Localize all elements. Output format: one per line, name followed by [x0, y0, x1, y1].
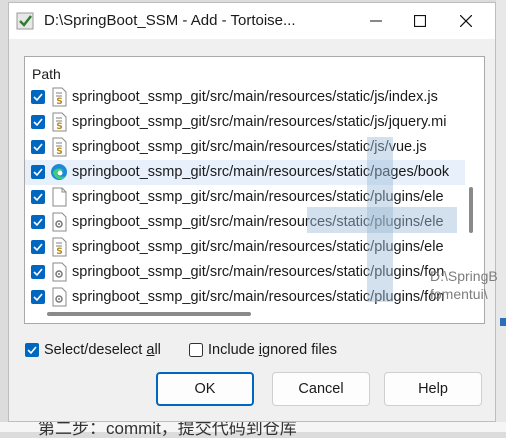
file-path: springboot_ssmp_git/src/main/resources/s…	[72, 189, 444, 205]
checkbox-checked-icon[interactable]	[31, 290, 45, 304]
help-button[interactable]: Help	[384, 372, 482, 406]
close-icon	[460, 15, 472, 27]
svg-text:S: S	[56, 97, 62, 107]
close-button[interactable]	[443, 3, 489, 39]
list-item[interactable]: Sspringboot_ssmp_git/src/main/resources/…	[25, 235, 465, 260]
background-window	[496, 0, 506, 432]
ok-button[interactable]: OK	[156, 372, 254, 406]
minimize-button[interactable]	[353, 3, 399, 39]
background-ghost-text: fomentui\	[430, 286, 488, 302]
add-dialog: D:\SpringBoot_SSM - Add - Tortoise... Pa…	[8, 2, 496, 422]
checkbox-checked-icon[interactable]	[31, 265, 45, 279]
list-item[interactable]: Sspringboot_ssmp_git/src/main/resources/…	[25, 110, 465, 135]
title-bar[interactable]: D:\SpringBoot_SSM - Add - Tortoise...	[9, 3, 495, 39]
background-ghost-text: D:\SpringB	[430, 268, 498, 284]
minimize-icon	[370, 20, 382, 22]
svg-text:S: S	[56, 147, 62, 157]
list-item[interactable]: Sspringboot_ssmp_git/src/main/resources/…	[25, 85, 465, 110]
blank-file-icon	[52, 187, 67, 207]
column-header-path[interactable]: Path	[32, 65, 61, 83]
vertical-scrollbar-thumb[interactable]	[469, 187, 473, 233]
file-path: springboot_ssmp_git/src/main/resources/s…	[72, 289, 445, 305]
checkbox-checked-icon[interactable]	[31, 215, 45, 229]
include-ignored-label: Include ignored files	[208, 342, 337, 358]
edge-browser-icon	[51, 164, 67, 180]
js-file-icon: S	[52, 137, 67, 157]
maximize-icon	[414, 15, 426, 27]
js-file-icon: S	[52, 237, 67, 257]
list-item[interactable]: springboot_ssmp_git/src/main/resources/s…	[25, 210, 465, 235]
checkbox-checked-icon	[25, 343, 39, 357]
settings-file-icon	[52, 212, 67, 232]
settings-file-icon	[52, 287, 67, 307]
list-item[interactable]: springboot_ssmp_git/src/main/resources/s…	[25, 285, 465, 310]
checkbox-checked-icon[interactable]	[31, 165, 45, 179]
background-text: 第二步：commit，提交代码到仓库	[38, 419, 297, 438]
include-ignored-files-checkbox[interactable]: Include ignored files	[189, 340, 337, 360]
checkbox-checked-icon[interactable]	[31, 90, 45, 104]
js-file-icon: S	[52, 87, 67, 107]
tortoisegit-icon	[16, 12, 34, 30]
checkbox-checked-icon[interactable]	[31, 115, 45, 129]
js-file-icon: S	[52, 112, 67, 132]
select-deselect-all-checkbox[interactable]: Select/deselect all	[25, 340, 161, 360]
checkbox-unchecked-icon	[189, 343, 203, 357]
list-item[interactable]: springboot_ssmp_git/src/main/resources/s…	[25, 160, 465, 185]
horizontal-scrollbar-thumb[interactable]	[47, 312, 251, 316]
file-path: springboot_ssmp_git/src/main/resources/s…	[72, 214, 444, 230]
file-path: springboot_ssmp_git/src/main/resources/s…	[72, 264, 445, 280]
list-item[interactable]: Sspringboot_ssmp_git/src/main/resources/…	[25, 135, 465, 160]
list-item[interactable]: springboot_ssmp_git/src/main/resources/s…	[25, 260, 465, 285]
checkbox-checked-icon[interactable]	[31, 140, 45, 154]
select-all-label: Select/deselect all	[44, 342, 161, 358]
maximize-button[interactable]	[397, 3, 443, 39]
checkbox-checked-icon[interactable]	[31, 190, 45, 204]
window-title: D:\SpringBoot_SSM - Add - Tortoise...	[44, 12, 296, 29]
list-item[interactable]: springboot_ssmp_git/src/main/resources/s…	[25, 185, 465, 210]
background-accent	[500, 318, 506, 326]
file-path: springboot_ssmp_git/src/main/resources/s…	[72, 164, 450, 180]
file-path: springboot_ssmp_git/src/main/resources/s…	[72, 89, 438, 105]
cancel-button[interactable]: Cancel	[272, 372, 370, 406]
checkbox-checked-icon[interactable]	[31, 240, 45, 254]
file-list[interactable]: Path Sspringboot_ssmp_git/src/main/resou…	[24, 56, 485, 324]
file-path: springboot_ssmp_git/src/main/resources/s…	[72, 139, 427, 155]
file-path: springboot_ssmp_git/src/main/resources/s…	[72, 239, 444, 255]
file-path: springboot_ssmp_git/src/main/resources/s…	[72, 114, 447, 130]
svg-text:S: S	[56, 247, 62, 257]
svg-text:S: S	[56, 122, 62, 132]
settings-file-icon	[52, 262, 67, 282]
